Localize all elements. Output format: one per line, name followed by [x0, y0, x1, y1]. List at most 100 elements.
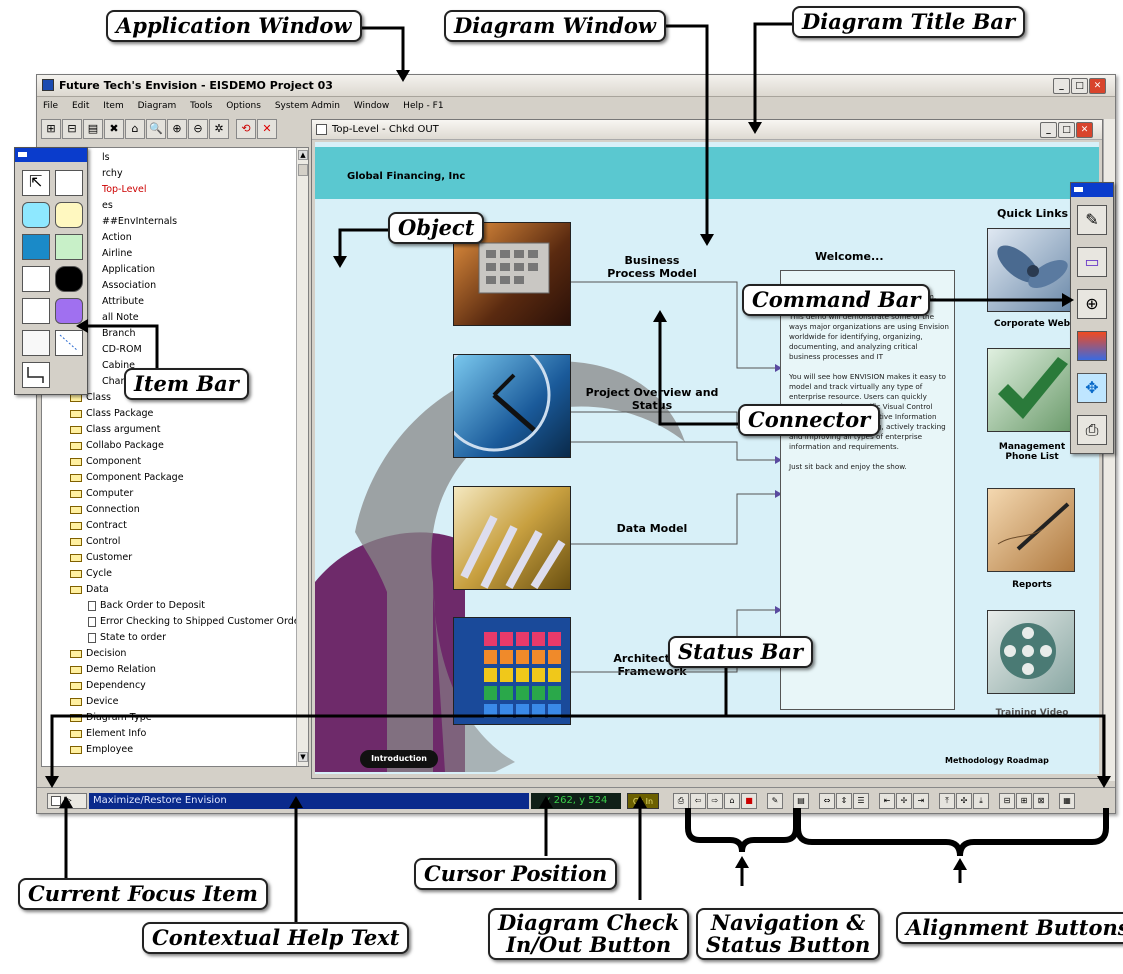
tree-item[interactable]: Computer	[70, 486, 133, 502]
status-flag-icon[interactable]: ■	[741, 793, 757, 809]
introduction-button[interactable]: Introduction	[360, 750, 438, 768]
align-width-icon[interactable]: ⇔	[819, 793, 835, 809]
menu-item[interactable]: Item	[103, 101, 124, 111]
tree-item[interactable]: all Note	[102, 310, 139, 326]
blue-box-tool[interactable]	[22, 234, 50, 260]
tree-item[interactable]: Contract	[70, 518, 127, 534]
cyan-rounded-tool[interactable]	[22, 202, 50, 228]
methodology-roadmap-link[interactable]: Methodology Roadmap	[945, 756, 1049, 765]
tree-item[interactable]: Customer	[70, 550, 132, 566]
tree-scrollbar[interactable]: ▲ ▼	[296, 148, 308, 766]
diagram-minimize-button[interactable]: _	[1040, 122, 1057, 138]
tree-item[interactable]: Element Info	[70, 726, 146, 742]
align-center-h-icon[interactable]: ✢	[896, 793, 912, 809]
delete-icon[interactable]: ✖	[104, 119, 124, 139]
tree-item[interactable]: Action	[102, 230, 132, 246]
zoom-out-icon[interactable]: ⊖	[188, 119, 208, 139]
collapse-icon[interactable]: ⊟	[62, 119, 82, 139]
zoom-in-button[interactable]: ⊕	[1077, 289, 1107, 319]
align-size-icon[interactable]: ☰	[853, 793, 869, 809]
tree-item[interactable]: Top-Level	[102, 182, 147, 198]
diagram-title-bar[interactable]: Top-Level - Chkd OUT _ □ ✕	[312, 120, 1102, 140]
menu-help[interactable]: Help - F1	[403, 101, 443, 111]
tree-item[interactable]: rchy	[102, 166, 123, 182]
align-height-icon[interactable]: ⇕	[836, 793, 852, 809]
tree-item[interactable]: Branch	[102, 326, 136, 342]
maximize-button[interactable]: □	[1071, 78, 1088, 94]
current-focus-item[interactable]: ▷	[47, 793, 87, 809]
tree-item[interactable]: ##EnvInternals	[102, 214, 177, 230]
edit-doc-icon[interactable]: ✎	[767, 793, 783, 809]
layout-icon[interactable]: ▦	[1059, 793, 1075, 809]
scroll-down-icon[interactable]: ▼	[298, 752, 308, 762]
blank-tool-1[interactable]	[22, 266, 50, 292]
diagram-close-button[interactable]: ✕	[1076, 122, 1093, 138]
tree-item[interactable]: ls	[102, 150, 110, 166]
app-title-bar[interactable]: Future Tech's Envision - EISDEMO Project…	[37, 75, 1115, 97]
tree-item[interactable]: Component	[70, 454, 141, 470]
tree-item[interactable]: Connection	[70, 502, 140, 518]
tree-item[interactable]: Component Package	[70, 470, 184, 486]
zoom-icon[interactable]: 🔍	[146, 119, 166, 139]
menu-system-admin[interactable]: System Admin	[275, 101, 340, 111]
select-arrow-tool[interactable]: ⇱	[22, 170, 50, 196]
tree-item[interactable]: Diagram Type	[70, 710, 152, 726]
settings-icon[interactable]: ✲	[209, 119, 229, 139]
doc-icon[interactable]: ▤	[793, 793, 809, 809]
space-vertical-icon[interactable]: ⊞	[1016, 793, 1032, 809]
check-in-out-button[interactable]: Ck In	[627, 793, 659, 809]
line-tool[interactable]	[55, 330, 83, 356]
minimize-button[interactable]: _	[1053, 78, 1070, 94]
tree-item[interactable]: Application	[102, 262, 155, 278]
phone-list-link[interactable]	[987, 348, 1075, 432]
refresh-icon[interactable]: ⟲	[236, 119, 256, 139]
scroll-up-icon[interactable]: ▲	[298, 150, 308, 160]
tree-item[interactable]: Decision	[70, 646, 126, 662]
menu-options[interactable]: Options	[226, 101, 261, 111]
item-bar[interactable]: ⇱	[14, 147, 88, 395]
command-bar-title[interactable]	[1071, 183, 1113, 197]
align-right-icon[interactable]: ⇥	[913, 793, 929, 809]
menu-tools[interactable]: Tools	[190, 101, 212, 111]
print-icon[interactable]: ⎙	[673, 793, 689, 809]
corporate-web-link[interactable]	[987, 228, 1075, 312]
green-box-tool[interactable]	[55, 234, 83, 260]
nav-back-icon[interactable]: ⇦	[690, 793, 706, 809]
grid-icon[interactable]: ⊠	[1033, 793, 1049, 809]
properties-button[interactable]: ▭	[1077, 247, 1107, 277]
yellow-rounded-tool[interactable]	[55, 202, 83, 228]
tree-item[interactable]: Collabo Package	[70, 438, 164, 454]
tree-item[interactable]: Device	[70, 694, 119, 710]
black-shape-tool[interactable]	[55, 266, 83, 292]
edit-notes-button[interactable]: ✎	[1077, 205, 1107, 235]
menu-window[interactable]: Window	[354, 101, 390, 111]
menu-diagram[interactable]: Diagram	[138, 101, 177, 111]
save-icon[interactable]: ▤	[83, 119, 103, 139]
tree-item[interactable]: Class Package	[70, 406, 153, 422]
reports-link[interactable]	[987, 488, 1075, 572]
print-preview-button[interactable]: ⎙	[1077, 415, 1107, 445]
menu-edit[interactable]: Edit	[72, 101, 89, 111]
blank-tool-3[interactable]	[22, 330, 50, 356]
tree-item[interactable]: Airline	[102, 246, 132, 262]
diagram-maximize-button[interactable]: □	[1058, 122, 1075, 138]
tree-item[interactable]: Employee	[70, 742, 133, 758]
tree-item[interactable]: Control	[70, 534, 120, 550]
nav-forward-icon[interactable]: ⇨	[707, 793, 723, 809]
nav-home-icon[interactable]: ⌂	[724, 793, 740, 809]
tree-item[interactable]: State to order	[88, 630, 166, 646]
item-bar-title[interactable]	[15, 148, 87, 162]
purple-rounded-tool[interactable]	[55, 298, 83, 324]
white-box-tool[interactable]	[55, 170, 83, 196]
blank-tool-2[interactable]	[22, 298, 50, 324]
training-video-link[interactable]	[987, 610, 1075, 694]
command-bar[interactable]: ✎ ▭ ⊕ ✥ ⎙	[1070, 182, 1114, 454]
close-button[interactable]: ✕	[1089, 78, 1106, 94]
connector-project-2[interactable]	[571, 441, 780, 461]
tree-item[interactable]: Error Checking to Shipped Customer Order	[88, 614, 303, 630]
elbow-connector-tool[interactable]	[22, 362, 50, 388]
align-bottom-icon[interactable]: ⤓	[973, 793, 989, 809]
expand-icon[interactable]: ⊞	[41, 119, 61, 139]
menu-file[interactable]: File	[43, 101, 58, 111]
tree-item[interactable]: Association	[102, 278, 156, 294]
